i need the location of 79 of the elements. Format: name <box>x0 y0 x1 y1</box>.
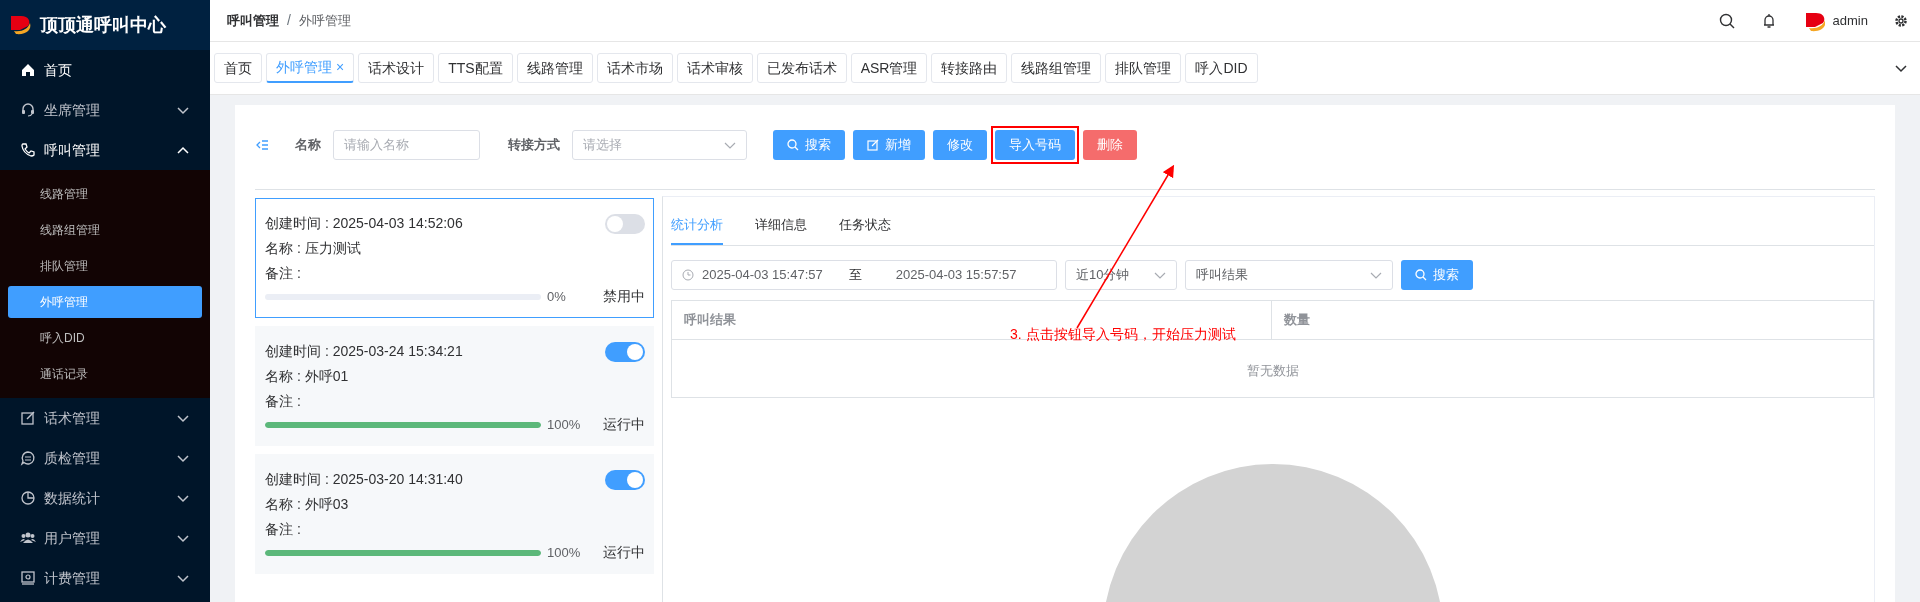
date-range-field[interactable]: 2025-04-03 15:47:57 至 2025-04-03 15:57:57 <box>671 259 1057 290</box>
sidebar-item[interactable]: 话术管理 <box>0 398 210 438</box>
tab[interactable]: 话术设计 <box>358 53 435 83</box>
tab[interactable]: 转接路由 <box>931 53 1008 83</box>
edit-icon <box>20 410 36 426</box>
logo-icon <box>8 13 32 37</box>
breadcrumb-link[interactable]: 呼叫管理 <box>227 10 279 31</box>
headset-icon <box>20 102 36 118</box>
edit-icon <box>867 139 879 151</box>
tab[interactable]: 详细信息 <box>755 207 807 245</box>
task-name-text: 名称 : 外呼03 <box>265 495 350 514</box>
remark-text: 备注 : <box>265 392 302 411</box>
field-label: 转接方式 <box>508 136 560 155</box>
sidebar-item[interactable]: 呼叫管理 <box>0 130 210 170</box>
created-time-text: 创建时间 : 2025-04-03 14:52:06 <box>265 214 463 233</box>
tab[interactable]: 线路管理 <box>516 53 593 83</box>
tab[interactable]: 线路组管理 <box>1011 53 1102 83</box>
status-text: 禁用中 <box>603 287 645 306</box>
progress-percent: 0% <box>547 287 567 306</box>
tab[interactable]: 话术审核 <box>676 53 753 83</box>
collapse-icon[interactable] <box>255 139 269 151</box>
result-select[interactable]: 呼叫结果 <box>1185 259 1393 290</box>
tab[interactable]: 任务状态 <box>839 207 891 245</box>
created-time-text: 创建时间 : 2025-03-24 15:34:21 <box>265 342 463 361</box>
remark-text: 备注 : <box>265 520 302 539</box>
breadcrumb-item: 外呼管理 <box>298 11 351 30</box>
submenu-item[interactable]: 呼入DID <box>8 322 202 354</box>
search-icon[interactable] <box>1718 12 1735 29</box>
progress-percent: 100% <box>547 543 582 562</box>
chevron-down-icon <box>724 140 736 150</box>
tab[interactable]: ASR管理 <box>850 53 928 83</box>
annotation-text: 3. 点击按钮导入号码，开始压力测试 <box>1010 325 1236 344</box>
task-name-text: 名称 : 压力测试 <box>265 239 362 258</box>
phone-icon <box>20 142 36 158</box>
toggle-switch[interactable] <box>605 213 645 234</box>
home-icon <box>20 62 36 78</box>
empty-text: 暂无数据 <box>1246 363 1299 380</box>
chevron-down-icon[interactable] <box>1894 62 1908 74</box>
status-text: 运行中 <box>603 415 645 434</box>
task-card[interactable]: 创建时间 : 2025-03-20 14:31:40 名称 : 外呼03 备注 : 100% 运行中 <box>255 454 654 574</box>
sidebar-item[interactable]: 计费管理 <box>0 558 210 598</box>
search-icon <box>787 139 799 151</box>
toggle-switch[interactable] <box>605 469 645 490</box>
users-icon <box>20 530 36 546</box>
tab[interactable]: 话术市场 <box>596 53 673 83</box>
date-separator: 至 <box>848 265 862 284</box>
tab[interactable]: 已发布话术 <box>756 53 847 83</box>
field-label: 名称 <box>295 136 321 155</box>
status-text: 运行中 <box>603 543 645 562</box>
created-time-text: 创建时间 : 2025-03-20 14:31:40 <box>265 470 463 489</box>
sidebar-item[interactable]: 坐席管理 <box>0 90 210 130</box>
submenu-item[interactable]: 排队管理 <box>8 250 202 282</box>
tab[interactable]: TTS配置 <box>438 53 513 83</box>
search-icon <box>1415 268 1427 281</box>
settings-icon[interactable] <box>1894 13 1908 28</box>
bill-icon <box>20 570 36 586</box>
progress-percent: 100% <box>547 415 582 434</box>
sidebar-item[interactable]: 用户管理 <box>0 518 210 558</box>
sidebar-item[interactable]: 数据统计 <box>0 478 210 518</box>
task-name-text: 名称 : 外呼01 <box>265 367 350 386</box>
submenu-item[interactable]: 通话记录 <box>8 358 202 390</box>
submenu-item[interactable]: 线路组管理 <box>8 214 202 246</box>
app-title: 顶顶通呼叫中心 <box>40 13 166 37</box>
sidebar-item[interactable]: 首页 <box>0 50 210 90</box>
chat-icon <box>20 450 36 466</box>
task-card[interactable]: 创建时间 : 2025-03-24 15:34:21 名称 : 外呼01 备注 : 100% 运行中 <box>255 326 654 446</box>
clock-icon <box>682 268 694 281</box>
sidebar-item[interactable]: 质检管理 <box>0 438 210 478</box>
task-card[interactable]: 创建时间 : 2025-04-03 14:52:06 名称 : 压力测试 备注 : 0% 禁用中 <box>255 198 654 318</box>
toggle-switch[interactable] <box>605 341 645 362</box>
column-header: 数量 <box>1283 310 1311 329</box>
tab[interactable]: 首页 <box>214 53 262 83</box>
user-name[interactable]: admin <box>1832 10 1868 31</box>
tab[interactable]: 排队管理 <box>1105 53 1182 83</box>
pie-icon <box>20 490 36 506</box>
tab[interactable]: 呼入DID <box>1185 53 1258 83</box>
breadcrumb-separator: / <box>287 11 291 30</box>
remark-text: 备注 : <box>265 264 302 283</box>
submenu-item[interactable]: 线路管理 <box>8 178 202 210</box>
